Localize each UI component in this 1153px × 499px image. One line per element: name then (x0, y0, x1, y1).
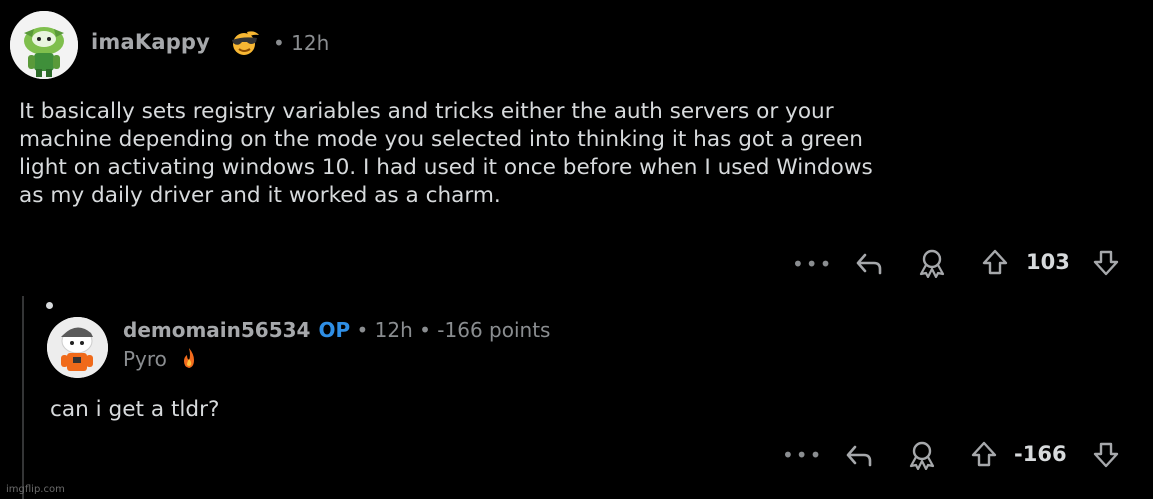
comment-body: can i get a tldr? (50, 397, 220, 422)
flair-label: Pyro (123, 347, 167, 371)
sunglasses-emoji-icon (229, 29, 261, 57)
username[interactable]: demomain56534 (123, 318, 310, 342)
more-options-button[interactable]: ••• (782, 443, 823, 467)
comment-body: It basically sets registry variables and… (19, 99, 873, 208)
avatar[interactable] (47, 317, 108, 378)
vote-score: -166 (1014, 442, 1067, 466)
downvote-icon[interactable] (1092, 249, 1120, 277)
comment-meta: • 12h (273, 31, 330, 55)
award-icon[interactable] (916, 248, 948, 278)
upvote-icon[interactable] (970, 440, 998, 468)
more-options-button[interactable]: ••• (792, 252, 833, 276)
comment-actions: ••• (782, 441, 823, 469)
user-flair: Pyro (123, 347, 197, 374)
award-icon[interactable] (906, 440, 938, 470)
avatar[interactable] (10, 11, 78, 79)
username[interactable]: imaKappy (91, 30, 210, 54)
op-badge: OP (318, 318, 351, 342)
thread-line[interactable] (22, 296, 24, 499)
comment-header: demomain56534 OP • 12h • -166 points (123, 318, 550, 342)
upvote-icon[interactable] (981, 248, 1009, 276)
comment-meta: • 12h • -166 points (356, 318, 551, 342)
reply-icon[interactable] (854, 249, 884, 277)
reply-icon[interactable] (844, 441, 874, 469)
vote-score: 103 (1026, 250, 1070, 274)
fire-icon (181, 347, 197, 374)
collapse-dot[interactable] (46, 302, 53, 309)
watermark: imgflip.com (6, 484, 65, 495)
comment-actions: ••• (792, 250, 833, 278)
downvote-icon[interactable] (1092, 441, 1120, 469)
